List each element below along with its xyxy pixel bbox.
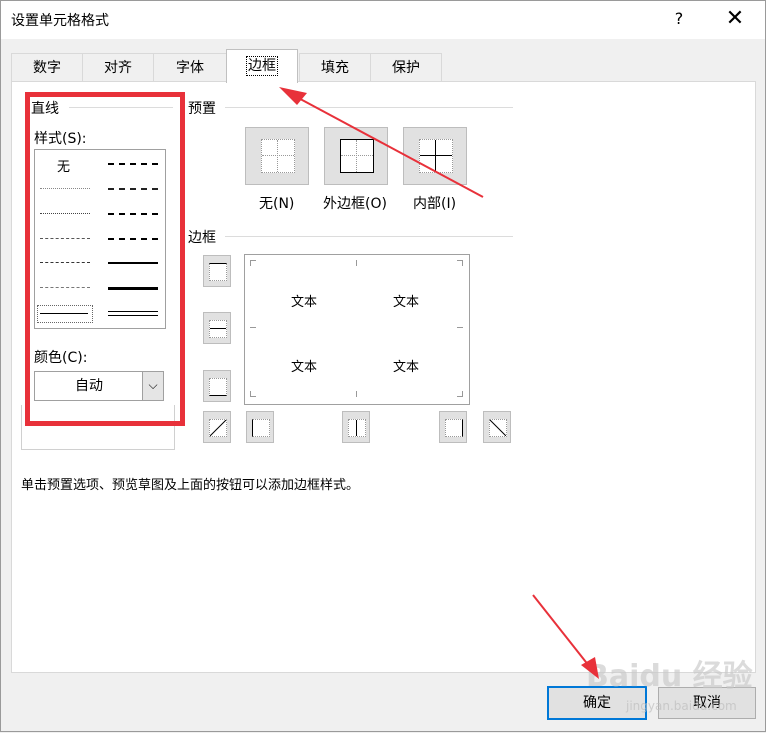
tab-label: 保护 xyxy=(392,60,420,76)
border-bottom-button[interactable] xyxy=(203,370,231,402)
line-style-list[interactable]: 无 xyxy=(34,149,166,329)
diagonal-up-icon xyxy=(209,419,227,437)
line-style-medium-dash-dot-dot[interactable] xyxy=(108,163,158,165)
border-preview[interactable]: 文本 文本 文本 文本 xyxy=(244,254,470,405)
border-left-button[interactable] xyxy=(246,411,274,443)
border-diagonal-down-button[interactable] xyxy=(483,411,511,443)
preset-outline-label: 外边框(O) xyxy=(323,196,387,212)
tab-fill[interactable]: 填充 xyxy=(299,53,371,82)
line-style-medium-dash-dot[interactable] xyxy=(108,213,158,215)
line-style-medium-dashed[interactable] xyxy=(108,238,158,240)
preset-outline-icon xyxy=(340,139,374,173)
line-group-frame xyxy=(21,405,175,450)
help-button[interactable]: ? xyxy=(667,6,691,32)
preset-outline-button[interactable] xyxy=(324,127,388,185)
line-group-label: 直线 xyxy=(31,101,59,117)
preset-inside-button[interactable] xyxy=(403,127,467,185)
border-inside-vertical-icon xyxy=(348,419,366,437)
line-style-slanted-dash-dot[interactable] xyxy=(108,188,158,190)
border-group-divider xyxy=(225,236,513,237)
line-group-divider xyxy=(69,107,173,108)
tab-label: 数字 xyxy=(33,60,61,76)
border-right-icon xyxy=(445,419,463,437)
preset-inside-label: 内部(I) xyxy=(413,196,457,212)
border-diagonal-up-button[interactable] xyxy=(203,411,231,443)
tab-label: 边框 xyxy=(246,56,278,76)
format-cells-dialog: 设置单元格格式 ? ✕ 数字 对齐 字体 边框 填充 保护 直线 样式(S): … xyxy=(0,0,766,732)
preview-text: 文本 xyxy=(291,295,318,310)
border-inside-horizontal-button[interactable] xyxy=(203,312,231,344)
preview-text: 文本 xyxy=(291,360,318,375)
ok-button[interactable]: 确定 xyxy=(547,686,647,720)
tab-label: 字体 xyxy=(176,60,204,76)
close-button[interactable]: ✕ xyxy=(717,5,753,33)
color-dropdown[interactable]: 自动 ⌵ xyxy=(34,371,164,401)
line-style-dash-dot-dot[interactable] xyxy=(40,238,90,239)
tab-protection[interactable]: 保护 xyxy=(370,53,442,82)
diagonal-down-icon xyxy=(489,419,507,437)
tab-number[interactable]: 数字 xyxy=(11,53,83,82)
hint-text: 单击预置选项、预览草图及上面的按钮可以添加边框样式。 xyxy=(21,478,360,493)
color-value: 自动 xyxy=(75,378,103,394)
line-style-dotted[interactable] xyxy=(40,213,90,214)
line-style-dashed-thin[interactable] xyxy=(40,287,90,288)
tab-alignment[interactable]: 对齐 xyxy=(82,53,154,82)
border-right-button[interactable] xyxy=(439,411,467,443)
preview-text: 文本 xyxy=(393,295,420,310)
preset-inside-icon xyxy=(419,139,453,173)
presets-group-label: 预置 xyxy=(188,101,216,117)
preset-none-icon xyxy=(261,139,295,173)
border-top-button[interactable] xyxy=(203,255,231,287)
preset-none-label: 无(N) xyxy=(259,196,295,212)
border-inside-horizontal-icon xyxy=(209,320,227,338)
line-style-none[interactable]: 无 xyxy=(57,156,70,175)
style-label: 样式(S): xyxy=(34,131,87,147)
line-style-medium[interactable] xyxy=(108,262,158,264)
dialog-title: 设置单元格格式 xyxy=(11,13,109,29)
line-style-thin-selected[interactable] xyxy=(37,305,93,323)
preset-none-button[interactable] xyxy=(245,127,309,185)
tab-font[interactable]: 字体 xyxy=(153,53,227,82)
color-label: 颜色(C): xyxy=(34,350,88,366)
chevron-down-icon[interactable]: ⌵ xyxy=(142,372,163,400)
line-style-dash-dot[interactable] xyxy=(40,262,90,263)
line-style-double[interactable] xyxy=(108,311,158,316)
border-left-icon xyxy=(252,419,270,437)
preview-text: 文本 xyxy=(393,360,420,375)
line-style-thick[interactable] xyxy=(108,287,158,290)
border-group-label: 边框 xyxy=(188,230,216,246)
line-style-hair[interactable] xyxy=(40,188,90,189)
tab-border[interactable]: 边框 xyxy=(226,49,298,83)
border-bottom-icon xyxy=(209,378,227,396)
border-top-icon xyxy=(209,263,227,281)
tab-label: 填充 xyxy=(321,60,349,76)
title-bar: 设置单元格格式 ? ✕ xyxy=(1,1,765,39)
tab-label: 对齐 xyxy=(104,60,132,76)
presets-group-divider xyxy=(225,107,513,108)
border-inside-vertical-button[interactable] xyxy=(342,411,370,443)
cancel-button[interactable]: 取消 xyxy=(658,687,756,719)
